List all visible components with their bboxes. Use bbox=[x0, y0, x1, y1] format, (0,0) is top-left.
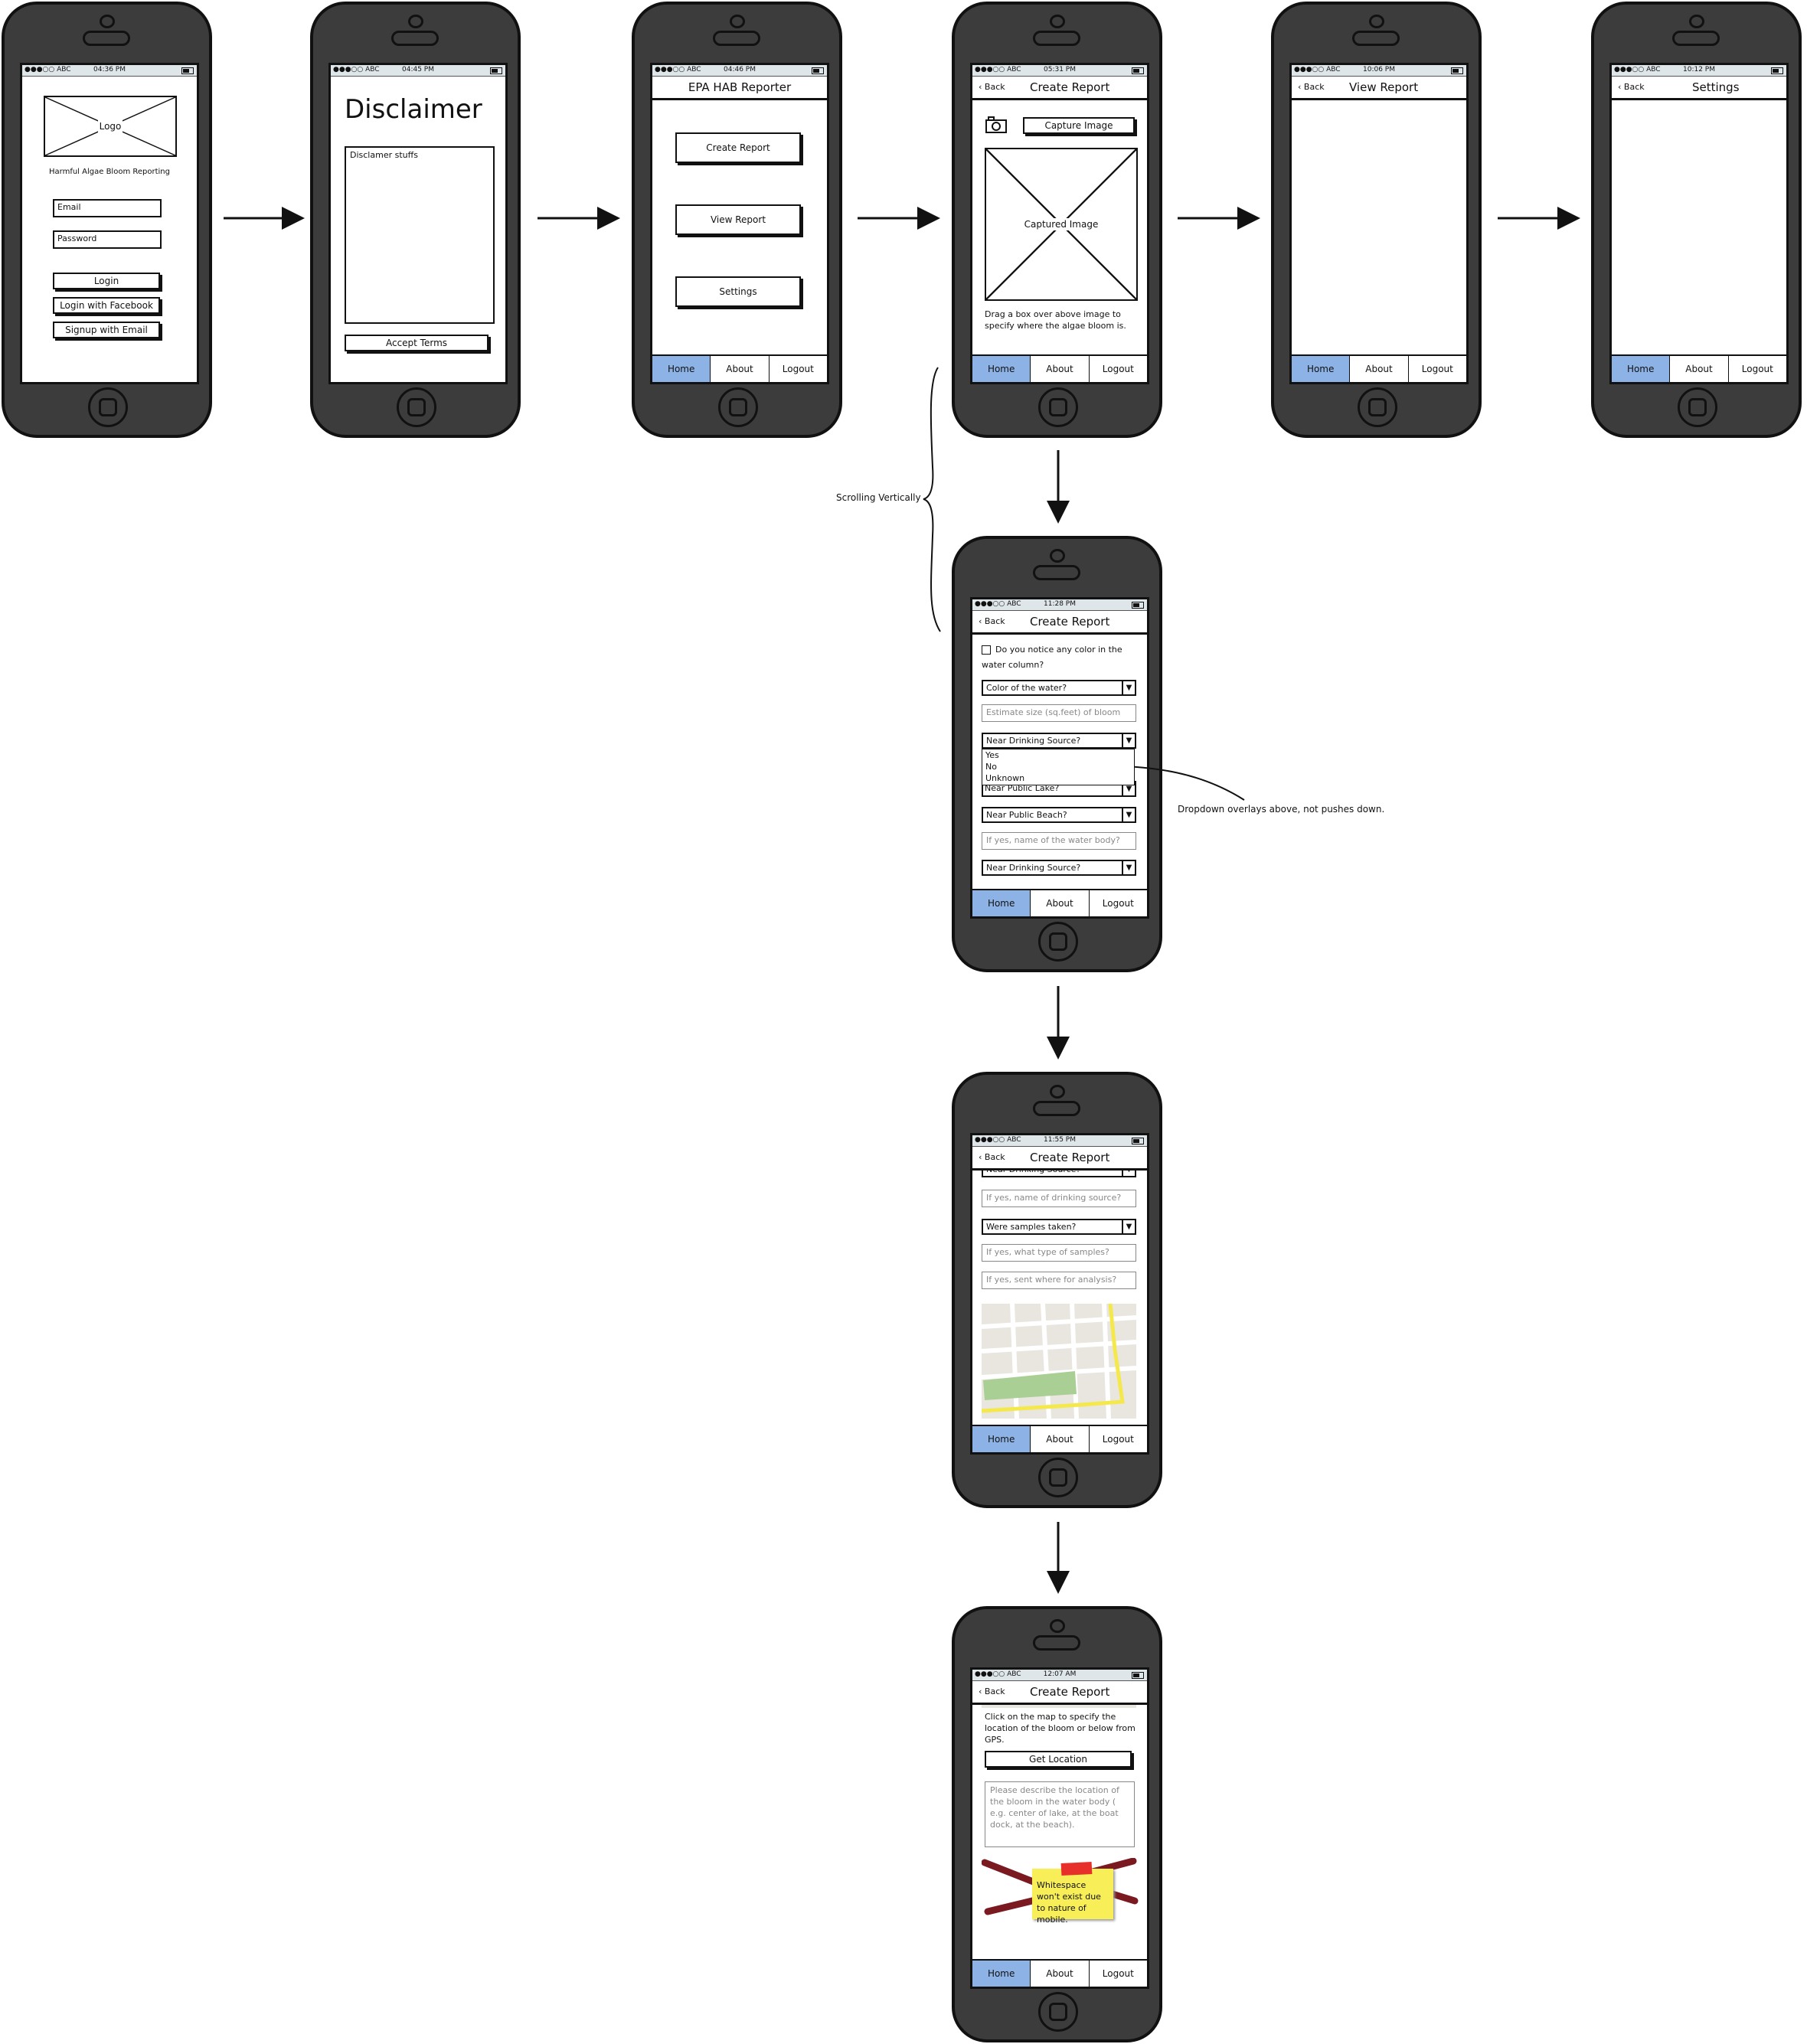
option-yes[interactable]: Yes bbox=[985, 749, 1134, 761]
drinking-source-dropdown[interactable]: Near Drinking Source? ▼ bbox=[982, 733, 1136, 749]
tab-home[interactable]: Home bbox=[972, 890, 1031, 916]
nav-bar: ‹ Back Create Report bbox=[972, 1147, 1147, 1171]
option-unknown[interactable]: Unknown bbox=[985, 772, 1134, 784]
lake-dropdown-label: Near Public Lake? bbox=[985, 785, 1060, 793]
dropdown-annotation: Dropdown overlays above, not pushes down… bbox=[1178, 804, 1385, 815]
back-button[interactable]: ‹ Back bbox=[979, 1152, 1005, 1162]
scrolling-annotation: Scrolling Vertically bbox=[836, 492, 921, 503]
page-title: Create Report bbox=[1030, 1151, 1110, 1164]
drinking-dropdown-label: Near Drinking Source? bbox=[986, 736, 1081, 746]
battery-icon bbox=[1132, 1138, 1144, 1144]
status-bar: ●●●○○ ABC 11:55 PM bbox=[972, 1135, 1147, 1147]
chevron-down-icon: ▼ bbox=[1122, 734, 1135, 747]
dropdown-options-list: Yes No Unknown bbox=[982, 749, 1135, 785]
status-time: 11:55 PM bbox=[1044, 1136, 1076, 1144]
option-no[interactable]: No bbox=[985, 761, 1134, 772]
tab-bar: Home About Logout bbox=[972, 889, 1147, 916]
tab-logout[interactable]: Logout bbox=[1090, 890, 1147, 916]
tab-about[interactable]: About bbox=[1031, 890, 1090, 916]
flow-arrows bbox=[224, 207, 1580, 1594]
back-label: Back bbox=[984, 1152, 1005, 1162]
